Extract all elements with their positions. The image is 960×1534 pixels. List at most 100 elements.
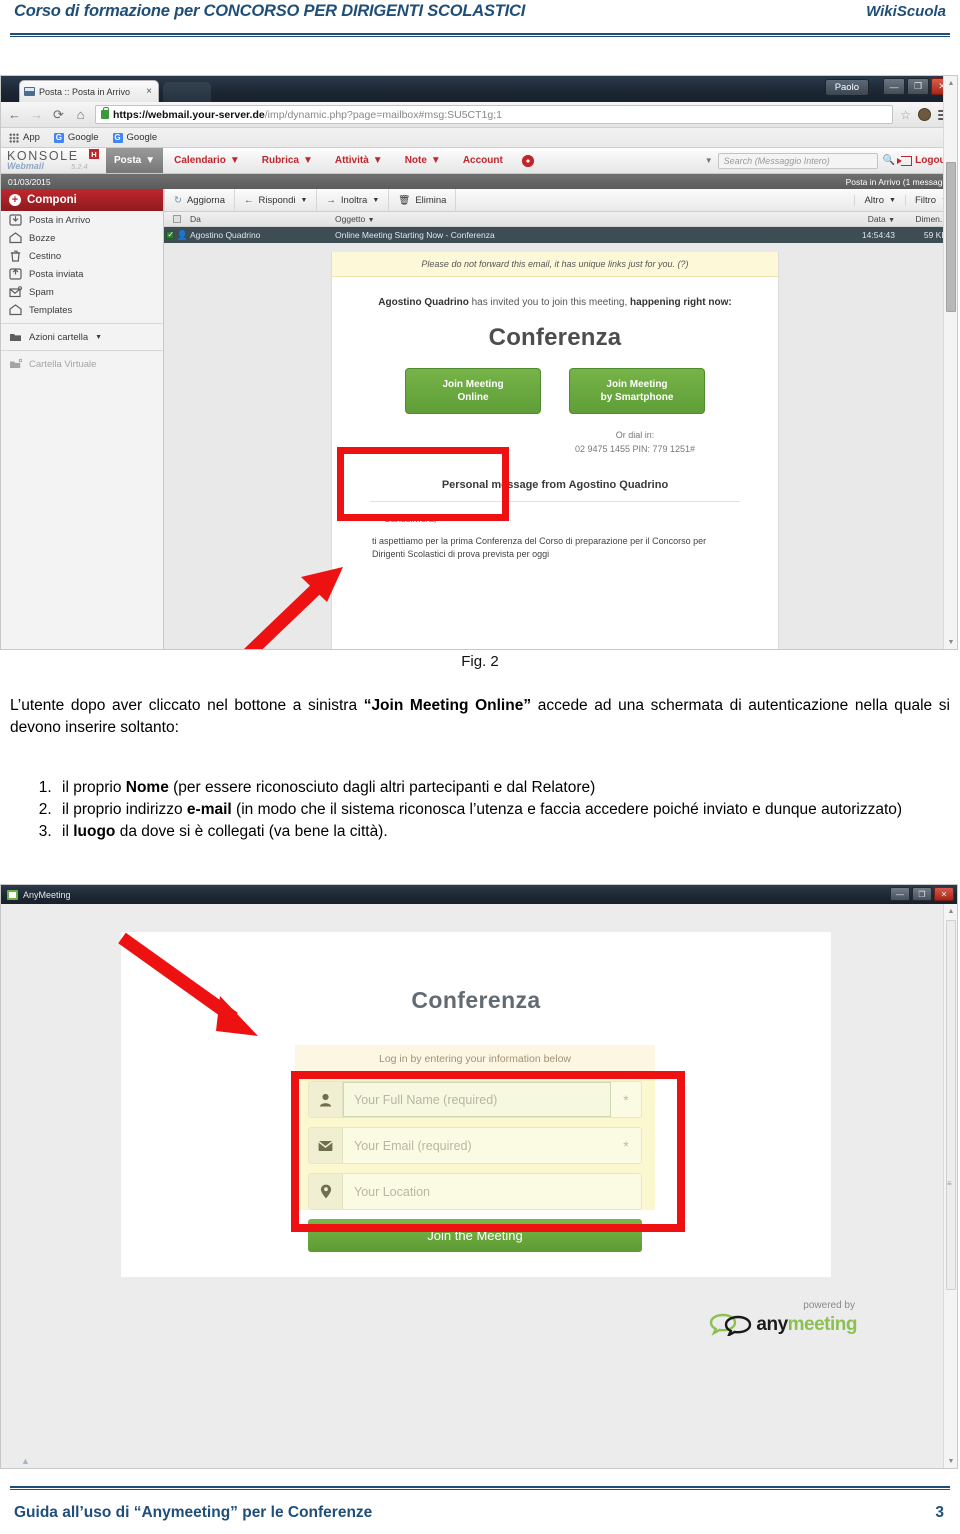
anymeeting-logo: anymeeting <box>708 1312 858 1336</box>
sidebar-item-label: Posta inviata <box>29 268 84 280</box>
close-icon[interactable]: ✕ <box>934 887 954 901</box>
browser-tab-label: Posta :: Posta in Arrivo <box>39 86 131 97</box>
delete-button[interactable]: 🗑 Elimina <box>389 189 457 211</box>
logout-icon <box>897 155 913 166</box>
tab-label: Posta <box>114 155 142 166</box>
logout-button[interactable]: Logout <box>897 155 949 166</box>
bookmark-google-2[interactable]: G Google <box>112 132 158 143</box>
sidebar-folder-actions[interactable]: Azioni cartella ▼ <box>1 328 163 346</box>
chevron-down-icon: ▼ <box>145 155 156 166</box>
search-icon[interactable]: 🔍 <box>883 155 895 166</box>
row-time: 14:54:43 <box>861 230 895 240</box>
maximize-icon[interactable]: ❐ <box>907 78 929 95</box>
invite-mid-text: has invited you to join this meeting, <box>468 297 631 308</box>
sidebar-item-bozze[interactable]: Bozze <box>1 229 163 247</box>
menu-note[interactable]: Note ▼ <box>394 148 452 173</box>
dial-in-number: 02 9475 1455 PIN: 779 1251# <box>574 444 696 455</box>
scroll-down-icon[interactable]: ▼ <box>944 635 957 649</box>
reply-arrow-icon: ← <box>244 194 254 206</box>
scrollbar-thumb[interactable] <box>946 162 956 312</box>
apps-grid-icon <box>9 132 19 143</box>
minimize-icon[interactable]: — <box>883 78 905 95</box>
chevron-down-icon: ▼ <box>888 217 895 224</box>
search-input[interactable]: Search (Messaggio Intero) <box>717 152 878 169</box>
home-icon[interactable]: ⌂ <box>73 108 88 121</box>
maximize-icon[interactable]: ❐ <box>912 887 932 901</box>
sidebar-item-label: Cestino <box>29 250 62 262</box>
bookmark-app[interactable]: App <box>9 132 40 143</box>
menu-account[interactable]: Account <box>452 148 514 173</box>
select-all-checkbox[interactable] <box>164 215 190 223</box>
compose-button[interactable]: + Componi <box>1 189 163 211</box>
column-from[interactable]: Da <box>190 214 335 224</box>
column-subject[interactable]: Oggetto ▼ <box>335 214 827 224</box>
url-path: /imp/dynamic.php?page=mailbox#msg:SU5CT1… <box>264 108 502 121</box>
list-item-bold: luogo <box>73 823 116 840</box>
list-item-bold: Nome <box>125 779 169 796</box>
column-label: Data <box>867 214 886 224</box>
konsole-logo: KONSOLE H Webmail 5.2.4 <box>1 148 106 173</box>
list-item: il proprio indirizzo e-mail (in modo che… <box>56 799 950 821</box>
menu-label: Rubrica <box>261 155 299 166</box>
browser-scrollbar[interactable]: ▲ ▼ <box>943 76 957 649</box>
chevron-down-icon: ▼ <box>372 155 383 166</box>
back-icon[interactable]: ← <box>7 108 22 121</box>
window-title: AnyMeeting <box>23 889 71 900</box>
red-highlight-box <box>291 1071 685 1232</box>
avatar[interactable] <box>918 108 931 121</box>
browser-profile-button[interactable]: Paolo <box>824 79 869 96</box>
bookmark-google-1[interactable]: G Google <box>53 132 99 143</box>
reload-icon[interactable]: ⟳ <box>51 108 66 121</box>
scroll-down-icon[interactable]: ▼ <box>944 1454 957 1468</box>
scroll-up-icon[interactable]: ▲ <box>944 76 957 90</box>
paragraph-bold: “Join Meeting Online” <box>363 697 532 714</box>
browser-tab[interactable]: Posta :: Posta in Arrivo × <box>19 80 159 102</box>
chevron-down-icon: ▼ <box>889 196 896 204</box>
menu-rubrica[interactable]: Rubrica ▼ <box>251 148 324 173</box>
scroll-up-icon[interactable]: ▲ <box>944 904 957 918</box>
button-label: Elimina <box>415 194 447 206</box>
paragraph-part-a: L’utente dopo aver cliccato nel bottone … <box>10 697 364 714</box>
row-select[interactable]: 👤 <box>164 230 190 241</box>
sidebar-item-posta-inviata[interactable]: Posta inviata <box>1 265 163 283</box>
chevron-down-icon[interactable]: ▼ <box>705 156 713 165</box>
bookmark-star-icon[interactable]: ☆ <box>900 108 911 122</box>
join-meeting-smartphone-button[interactable]: Join Meeting by Smartphone <box>569 368 705 414</box>
minimize-icon[interactable]: — <box>890 887 910 901</box>
join-meeting-online-button[interactable]: Join Meeting Online <box>405 368 541 414</box>
refresh-icon: ↻ <box>174 194 182 206</box>
sidebar-virtual-folder[interactable]: Cartella Virtuale <box>1 355 163 373</box>
scrollbar-marker: ≡ <box>947 1179 952 1188</box>
other-button[interactable]: Altro ▼ <box>854 194 904 206</box>
close-icon[interactable]: × <box>144 86 154 97</box>
menu-calendario[interactable]: Calendario ▼ <box>163 148 251 173</box>
sidebar-item-spam[interactable]: Spam <box>1 283 163 301</box>
anymeeting-scrollbar[interactable]: ▲ ≡ ▼ <box>943 904 957 1468</box>
sidebar-item-inbox[interactable]: Posta in Arrivo <box>1 211 163 229</box>
column-date[interactable]: Data ▼ <box>827 214 895 224</box>
forward-button[interactable]: → Inoltra ▼ <box>317 189 390 211</box>
bookmark-label: Google <box>126 132 158 143</box>
sidebar-item-templates[interactable]: Templates <box>1 301 163 319</box>
search-area: ▼ Search (Messaggio Intero) 🔍 <box>705 152 895 169</box>
reply-button[interactable]: ← Rispondi ▼ <box>235 189 318 211</box>
forward-icon[interactable]: → <box>29 108 44 121</box>
gear-icon[interactable] <box>521 154 534 167</box>
table-row[interactable]: 👤 Agostino Quadrino Online Meeting Start… <box>164 227 957 243</box>
sidebar-item-cestino[interactable]: Cestino <box>1 247 163 265</box>
logo-badge: H <box>89 149 99 159</box>
new-tab-button[interactable] <box>163 82 211 102</box>
invite-bold-text: happening right now: <box>630 297 732 308</box>
webmail-body: + Componi Posta in Arrivo Bozze Cestino … <box>1 189 957 649</box>
scrollbar-thumb[interactable] <box>946 920 956 1290</box>
url-bar[interactable]: https://webmail.your-server.de/imp/dynam… <box>95 105 894 124</box>
button-label-line2: Online <box>457 392 489 403</box>
refresh-button[interactable]: ↻ Aggiorna <box>164 189 235 211</box>
mailbox-status: Posta in Arrivo (1 message) <box>845 176 950 187</box>
message-list-header: Da Oggetto ▼ Data ▼ Dimen... <box>164 212 957 227</box>
menu-attivita[interactable]: Attività ▼ <box>324 148 394 173</box>
red-highlight-box <box>337 447 509 521</box>
chevron-down-icon: ▼ <box>95 333 103 341</box>
tab-posta[interactable]: Posta ▼ <box>106 148 164 173</box>
email-invite-line: Agostino Quadrino has invited you to joi… <box>332 277 778 310</box>
